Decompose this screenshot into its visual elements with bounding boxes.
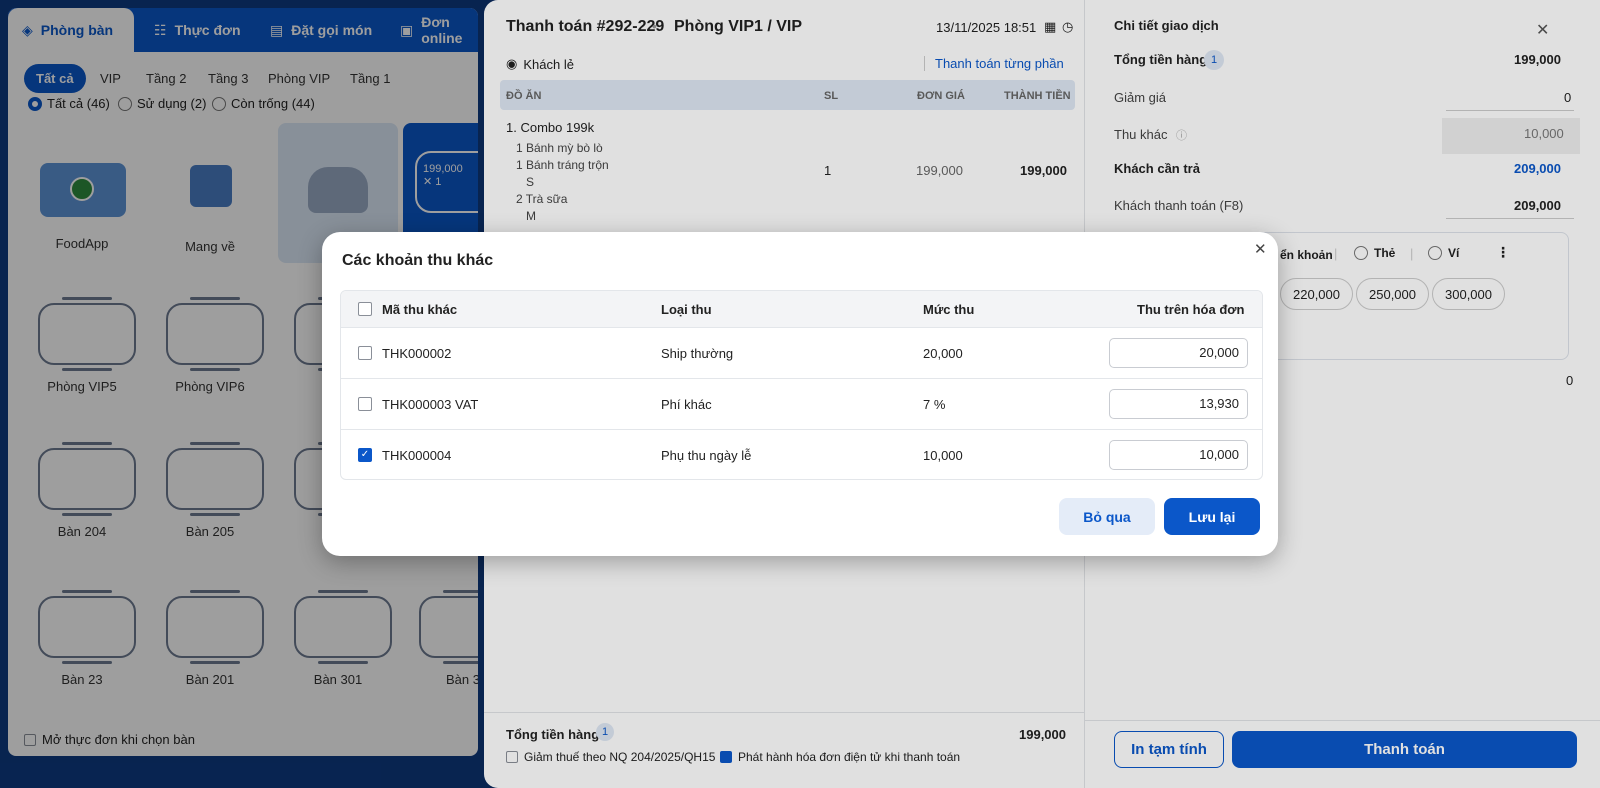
footer-total: 199,000: [1019, 727, 1066, 742]
item-count-badge: 1: [596, 723, 614, 741]
skip-button[interactable]: Bỏ qua: [1059, 498, 1155, 535]
select-all-checkbox[interactable]: [358, 302, 372, 316]
item-total: 199,000: [1020, 163, 1067, 178]
fees-table: Mã thu khác Loại thu Mức thu Thu trên hó…: [340, 290, 1263, 480]
other-fees-dialog: Các khoản thu khác ✕ Mã thu khác Loại th…: [322, 232, 1278, 556]
table-row[interactable]: THK000003 VAT Phí khác 7 % 13,930: [341, 378, 1262, 429]
items-header: [500, 80, 1075, 110]
amount-input[interactable]: 20,000: [1109, 338, 1248, 368]
row-checkbox[interactable]: [358, 346, 372, 360]
datetime[interactable]: 13/11/2025 18:51: [936, 20, 1036, 35]
close-icon[interactable]: ✕: [1254, 240, 1267, 258]
item-price: 199,000: [916, 163, 963, 178]
row-checkbox[interactable]: [358, 397, 372, 411]
save-button[interactable]: Lưu lại: [1164, 498, 1260, 535]
partial-payment-link[interactable]: Thanh toán từng phần: [924, 56, 1064, 71]
item-components: 1 Bánh mỳ bò lò 1 Bánh tráng trộn S 2 Trà s…: [516, 141, 609, 223]
calendar-icon[interactable]: ▦: [1044, 19, 1056, 35]
invoice-title: Thanh toán #292-229: [506, 18, 665, 35]
amount-input[interactable]: 10,000: [1109, 440, 1248, 470]
einvoice-checkbox[interactable]: Phát hành hóa đơn điện tử khi thanh toán: [720, 750, 960, 764]
table-row[interactable]: THK000002 Ship thường 20,000 20,000: [341, 327, 1262, 378]
item-qty: 1: [824, 163, 832, 178]
item-name[interactable]: 1. Combo 199k: [506, 120, 594, 135]
clock-icon[interactable]: ◷: [1062, 19, 1073, 35]
amount-input[interactable]: 13,930: [1109, 389, 1248, 419]
dialog-title: Các khoản thu khác: [342, 252, 494, 269]
room-title: Phòng VIP1 / VIP: [674, 18, 803, 35]
tax-reduction-checkbox[interactable]: Giảm thuế theo NQ 204/2025/QH15: [506, 750, 715, 764]
table-header: Mã thu khác Loại thu Mức thu Thu trên hó…: [341, 291, 1262, 327]
user-icon: ◉: [506, 56, 518, 71]
customer-selector[interactable]: ◉ Khách lẻ: [506, 56, 574, 72]
row-checkbox[interactable]: ✓: [358, 448, 372, 462]
table-row[interactable]: ✓ THK000004 Phụ thu ngày lễ 10,000 10,00…: [341, 429, 1262, 479]
footer-total-label: Tổng tiền hàng: [506, 727, 600, 742]
